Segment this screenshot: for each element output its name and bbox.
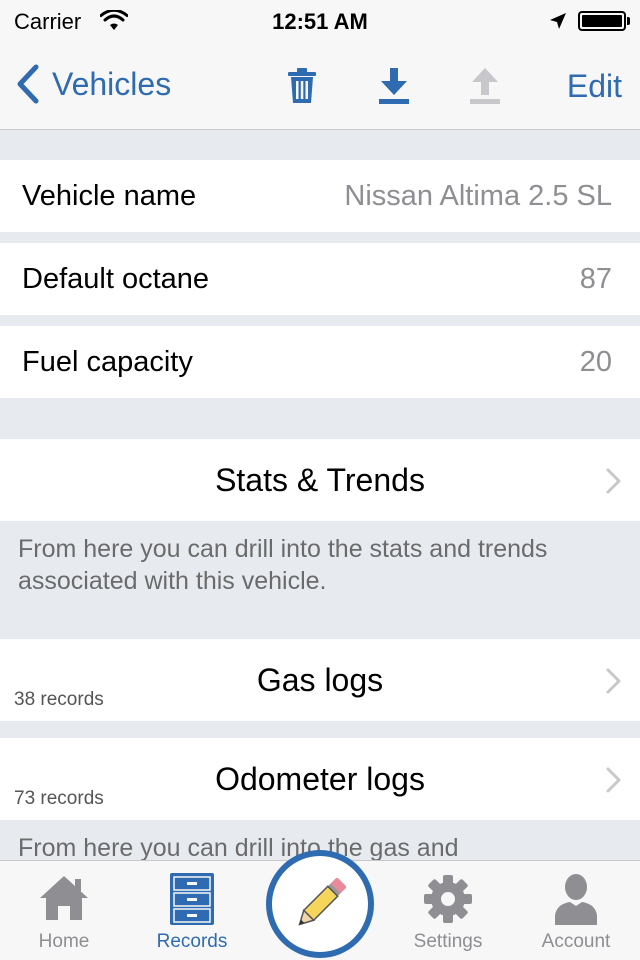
tab-settings[interactable]: Settings: [384, 861, 512, 960]
chevron-left-icon: [17, 64, 39, 104]
tab-account[interactable]: Account: [512, 861, 640, 960]
home-icon: [0, 873, 128, 923]
tab-records-label: Records: [156, 931, 228, 952]
stats-footer-note: From here you can drill into the stats a…: [18, 535, 548, 595]
trash-icon[interactable]: [282, 66, 322, 106]
location-arrow-icon: [548, 11, 568, 36]
default-octane-value: 87: [579, 263, 612, 295]
cabinet-icon: [128, 873, 256, 925]
chevron-right-icon: [606, 767, 621, 793]
odometer-logs-row[interactable]: Odometer logs 73 records: [0, 738, 640, 820]
upload-icon: [465, 66, 505, 106]
vehicle-detail-content[interactable]: Vehicle name Nissan Altima 2.5 SL Defaul…: [0, 130, 640, 860]
odometer-logs-count: 73 records: [14, 788, 104, 809]
default-octane-row[interactable]: Default octane 87: [0, 243, 640, 315]
navigation-bar: Vehicles Edit: [0, 42, 640, 130]
tab-account-label: Account: [541, 931, 611, 952]
status-time: 12:51 AM: [272, 9, 368, 34]
status-bar: Carrier 12:51 AM: [0, 0, 640, 42]
battery-tip: [627, 17, 630, 25]
tab-settings-label: Settings: [413, 931, 483, 952]
tab-home-label: Home: [38, 931, 90, 952]
fuel-capacity-label: Fuel capacity: [22, 346, 193, 378]
stats-trends-row[interactable]: Stats & Trends: [0, 439, 640, 521]
back-button-label: Vehicles: [52, 65, 172, 102]
fuel-capacity-value: 20: [579, 346, 612, 378]
back-button[interactable]: Vehicles: [16, 64, 171, 104]
vehicle-name-label: Vehicle name: [22, 180, 197, 212]
vehicle-name-value: Nissan Altima 2.5 SL: [344, 180, 612, 212]
fuel-capacity-row[interactable]: Fuel capacity 20: [0, 326, 640, 398]
edit-button[interactable]: Edit: [567, 68, 622, 105]
download-icon[interactable]: [374, 66, 414, 106]
add-record-button[interactable]: [266, 850, 374, 958]
default-octane-label: Default octane: [22, 263, 210, 295]
pencil-icon: [298, 877, 347, 926]
chevron-right-icon: [606, 668, 621, 694]
tab-home[interactable]: Home: [0, 861, 128, 960]
gear-icon: [384, 873, 512, 925]
gas-logs-row[interactable]: Gas logs 38 records: [0, 639, 640, 721]
stats-trends-title: Stats & Trends: [215, 462, 425, 498]
vehicle-name-row[interactable]: Vehicle name Nissan Altima 2.5 SL: [0, 160, 640, 232]
chevron-right-icon: [606, 468, 621, 494]
tab-records[interactable]: Records: [128, 861, 256, 960]
gas-logs-count: 38 records: [14, 689, 104, 710]
battery-icon: [578, 11, 626, 31]
person-icon: [512, 873, 640, 925]
